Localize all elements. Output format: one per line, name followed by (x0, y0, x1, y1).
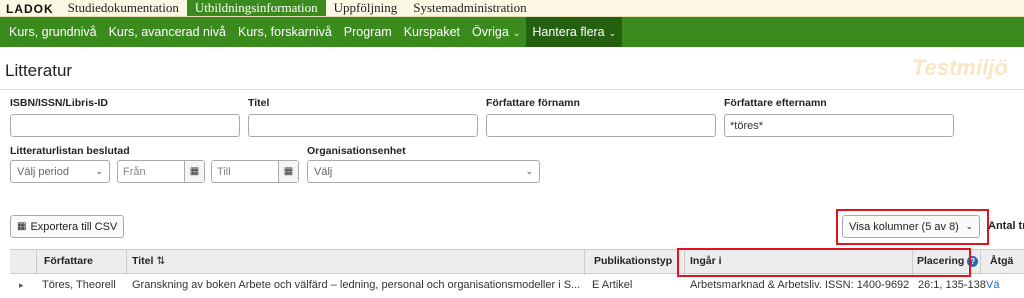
sub-nav-hantera-flera-label: Hantera flera (532, 25, 605, 39)
page-title: Litteratur (5, 61, 73, 80)
expand-row-icon[interactable]: ▸ (19, 275, 24, 298)
top-nav-systemadministration[interactable]: Systemadministration (405, 0, 534, 16)
sub-nav-kurs-forskarniva[interactable]: Kurs, forskarnivå (232, 17, 338, 47)
cell-ingar-i: Arbetsmarknad & Arbetsliv. ISSN: 1400-96… (690, 279, 910, 291)
calendar-icon[interactable]: ▦ (278, 161, 298, 182)
sub-nav-hantera-flera[interactable]: Hantera flera ⌄ (526, 17, 623, 47)
sub-nav-ovriga[interactable]: Övriga ⌄ (466, 17, 526, 47)
chevron-down-icon: ⌄ (525, 166, 533, 176)
fornamn-input[interactable] (486, 114, 716, 137)
sub-nav-kurspaket[interactable]: Kurspaket (398, 17, 466, 47)
top-nav-studiedokumentation[interactable]: Studiedokumentation (60, 0, 187, 16)
org-select[interactable]: Välj ⌄ (307, 160, 540, 183)
col-forfattare[interactable]: Författare (44, 250, 93, 273)
fran-date-field[interactable]: Från ▦ (117, 160, 205, 183)
sub-nav-kurs-avancerad-niva[interactable]: Kurs, avancerad nivå (103, 17, 232, 47)
visa-kolumner-button[interactable]: Visa kolumner (5 av 8) ⌄ (842, 215, 980, 238)
sub-nav-bar: Kurs, grundnivå Kurs, avancerad nivå Kur… (0, 17, 1024, 47)
visa-kolumner-label: Visa kolumner (5 av 8) (849, 220, 959, 233)
top-menu-bar: LADOK Studiedokumentation Utbildningsinf… (0, 0, 1024, 17)
col-atgard: Åtgä (990, 255, 1014, 267)
beslutad-label: Litteraturlistan beslutad (10, 145, 130, 157)
cell-placering: 26:1, 135-138 (918, 279, 986, 291)
table-icon: ▦ (17, 221, 27, 232)
title-divider (0, 89, 1024, 90)
chevron-down-icon: ⌄ (965, 221, 973, 231)
table-row[interactable]: ▸ Töres, Theorell Granskning av boken Ar… (10, 275, 1024, 298)
efternamn-label: Författare efternamn (724, 97, 827, 109)
till-date-field[interactable]: Till ▦ (211, 160, 299, 183)
isbn-input[interactable] (10, 114, 240, 137)
environment-watermark: Testmiljö (912, 55, 1008, 80)
col-publikationstyp[interactable]: Publikationstyp (594, 250, 672, 273)
ladok-logo: LADOK (6, 2, 54, 16)
period-select[interactable]: Välj period ⌄ (10, 160, 110, 183)
fran-date-placeholder: Från (123, 165, 146, 178)
period-select-value: Välj period (17, 165, 69, 178)
cell-publikationstyp: E Artikel (592, 279, 633, 291)
sub-nav-kurs-grundniva[interactable]: Kurs, grundnivå (3, 17, 103, 47)
cell-titel: Granskning av boken Arbete och välfärd –… (132, 279, 581, 291)
export-csv-label: Exportera till CSV (30, 220, 118, 233)
sub-nav-program[interactable]: Program (338, 17, 398, 47)
till-date-placeholder: Till (217, 165, 231, 178)
efternamn-input[interactable] (724, 114, 954, 137)
org-label: Organisationsenhet (307, 145, 406, 157)
col-titel[interactable]: Titel ⇅ (132, 250, 165, 273)
titel-label: Titel (248, 97, 270, 109)
antal-traffar-label: Antal tr (988, 220, 1024, 232)
sub-nav-ovriga-label: Övriga (472, 25, 509, 39)
export-csv-button[interactable]: ▦ Exportera till CSV (10, 215, 125, 238)
top-nav-utbildningsinformation[interactable]: Utbildningsinformation (186, 0, 326, 16)
sort-icon[interactable]: ⇅ (156, 255, 165, 267)
cell-forfattare: Töres, Theorell (42, 279, 116, 291)
highlight-ingar-i-placering (677, 248, 971, 277)
top-nav-uppfoljning[interactable]: Uppföljning (326, 0, 406, 16)
chevron-down-icon: ⌄ (512, 28, 521, 38)
cell-atgard-link[interactable]: Vä (986, 275, 1024, 298)
isbn-label: ISBN/ISSN/Libris-ID (10, 97, 109, 109)
col-titel-label: Titel (132, 255, 154, 267)
calendar-icon[interactable]: ▦ (184, 161, 204, 182)
chevron-down-icon: ⌄ (95, 166, 103, 176)
chevron-down-icon: ⌄ (608, 28, 617, 38)
org-select-value: Välj (314, 165, 333, 178)
titel-input[interactable] (248, 114, 478, 137)
fornamn-label: Författare förnamn (486, 97, 580, 109)
